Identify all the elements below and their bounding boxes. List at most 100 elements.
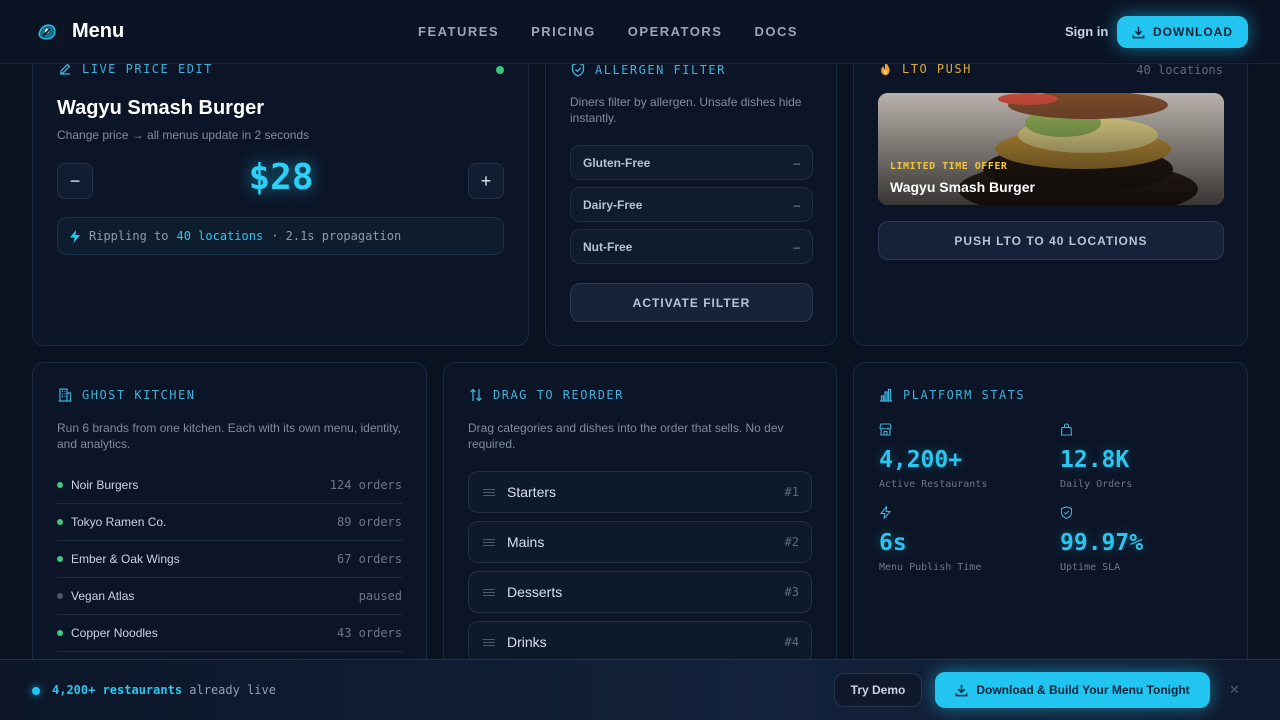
brand-name: Ember & Oak Wings [71,552,180,566]
category-name: Starters [507,484,557,500]
list-item[interactable]: Ember & Oak Wings 67 orders [57,541,402,578]
price-display: $28 [248,157,314,198]
status-dot [57,482,63,488]
download-icon [1132,26,1145,38]
stat-label: Active Restaurants [879,479,988,490]
download-build-label: Download & Build Your Menu Tonight [976,683,1190,697]
category-row-desserts[interactable]: Desserts #3 [468,571,812,613]
list-item[interactable]: Copper Noodles 43 orders [57,615,402,652]
card-header: LTO PUSH [879,62,972,76]
location-count: 40 locations [1136,63,1223,77]
lto-image: LIMITED TIME OFFER Wagyu Smash Burger [878,93,1224,205]
ripple-suffix: · 2.1s propagation [271,229,402,243]
order-count: 43 orders [336,626,402,640]
allergen-state: – [793,155,800,170]
category-position: #1 [784,485,799,499]
allergen-toggle-gluten-free[interactable]: Gluten-Free – [570,145,813,180]
download-build-button[interactable]: Download & Build Your Menu Tonight [935,672,1210,708]
category-position: #3 [784,585,799,599]
card-label: ALLERGEN FILTER [595,62,726,77]
stat-value: 99.97% [1060,530,1144,556]
card-header: PLATFORM STATS [879,388,1025,402]
brand[interactable]: Menu [36,20,124,43]
stat-label: Uptime SLA [1060,562,1121,573]
drag-handle-icon[interactable] [483,638,495,646]
nav-links: FEATURES PRICING OPERATORS DOCS [418,24,798,39]
list-item[interactable]: Noir Burgers 124 orders [57,467,402,504]
list-item[interactable]: Vegan Atlas paused [57,578,402,615]
card-label: LTO PUSH [902,62,972,76]
drag-handle-icon[interactable] [483,588,495,596]
signin-link[interactable]: Sign in [1065,24,1108,39]
category-row-drinks[interactable]: Drinks #4 [468,621,812,663]
order-count: paused [358,589,402,603]
download-icon [955,684,968,696]
nav-link-features[interactable]: FEATURES [418,24,499,39]
try-demo-button[interactable]: Try Demo [834,673,922,707]
card-header: GHOST KITCHEN [58,388,195,402]
bar-chart-icon [880,388,892,402]
drag-handle-icon[interactable] [483,488,495,496]
card-description: Run 6 brands from one kitchen. Each with… [57,421,401,451]
category-row-mains[interactable]: Mains #2 [468,521,812,563]
order-count: 67 orders [336,552,402,566]
stat-publish-time: 6s Menu Publish Time [879,504,981,573]
download-button-label: DOWNLOAD [1153,25,1233,39]
bolt-icon [70,229,80,243]
increase-price-button[interactable]: + [468,163,504,199]
brand-name: Noir Burgers [71,478,139,492]
allergen-filter-card: ALLERGEN FILTER Diners filter by allerge… [545,30,837,346]
category-position: #4 [784,635,799,649]
stat-uptime: 99.97% Uptime SLA [1060,506,1143,573]
list-item[interactable]: Tokyo Ramen Co. 89 orders [57,504,402,541]
edit-icon [60,63,71,75]
category-row-starters[interactable]: Starters #1 [468,471,812,513]
allergen-state: – [793,239,800,254]
allergen-name: Dairy-Free [583,197,643,212]
close-icon[interactable]: ✕ [1229,682,1240,698]
lto-push-card: LTO PUSH 40 locations LIMITED TIME OFFER… [853,30,1248,346]
stat-daily-orders: 12.8K Daily Orders [1060,423,1132,490]
shield-check-icon [1060,506,1073,519]
storefront-icon [879,423,892,436]
push-lto-button[interactable]: PUSH LTO TO 40 LOCATIONS [878,221,1224,260]
brand-label: Noir Burgers [57,478,138,492]
allergen-toggle-dairy-free[interactable]: Dairy-Free – [570,187,813,222]
brand-label: Copper Noodles [57,626,158,640]
lto-tag: LIMITED TIME OFFER [890,161,1008,172]
activate-filter-button[interactable]: ACTIVATE FILTER [570,283,813,322]
ripple-locations: 40 locations [176,229,264,243]
status-dot [57,593,63,599]
status-dot [57,519,63,525]
stat-label: Daily Orders [1060,479,1133,490]
status-dot [57,556,63,562]
ripple-prefix: Rippling to [89,229,169,243]
card-description: Diners filter by allergen. Unsafe dishes… [570,95,802,125]
card-description: Drag categories and dishes into the orde… [468,421,784,451]
nav-link-pricing[interactable]: PRICING [531,24,596,39]
allergen-toggle-nut-free[interactable]: Nut-Free – [570,229,813,264]
decrease-price-button[interactable]: − [57,163,93,199]
live-price-edit-card: LIVE PRICE EDIT Wagyu Smash Burger Chang… [32,30,529,346]
live-indicator [32,687,40,695]
sort-arrows-icon [470,388,482,402]
brand-name: Tokyo Ramen Co. [71,515,167,529]
category-name: Drinks [507,634,547,650]
card-header: DRAG TO REORDER [469,388,624,402]
status-dot [57,630,63,636]
restaurant-count: 4,200+ restaurants [52,683,183,697]
nav-link-operators[interactable]: OPERATORS [628,24,723,39]
brand-name: Menu [72,20,125,42]
bolt-icon [879,504,892,521]
drag-handle-icon[interactable] [483,538,495,546]
category-name: Mains [507,534,545,550]
brand-label: Ember & Oak Wings [57,552,180,566]
stat-active-restaurants: 4,200+ Active Restaurants [879,423,987,490]
flame-icon [881,62,890,76]
nav-link-docs[interactable]: DOCS [754,24,798,39]
card-label: LIVE PRICE EDIT [82,62,213,76]
download-button[interactable]: DOWNLOAD [1117,16,1248,48]
allergen-name: Gluten-Free [583,155,651,170]
social-proof-text: 4,200+ restaurants already live [52,683,276,697]
shield-check-icon [571,62,585,77]
